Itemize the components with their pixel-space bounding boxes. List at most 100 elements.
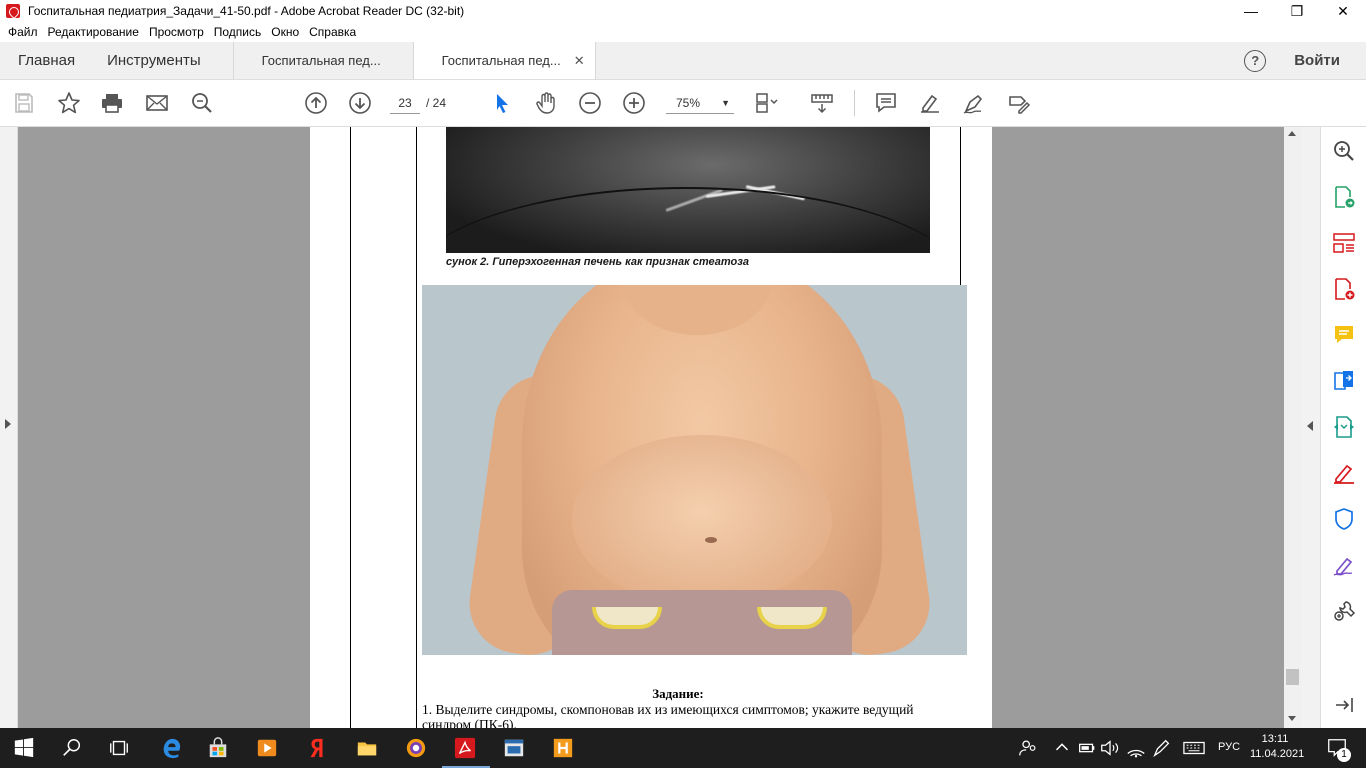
yandex-browser-icon[interactable] xyxy=(305,736,329,760)
more-tools-icon[interactable] xyxy=(1332,599,1356,623)
menu-sign[interactable]: Подпись xyxy=(214,25,262,39)
pen-icon[interactable] xyxy=(1150,736,1174,760)
edit-pdf-icon[interactable] xyxy=(1332,461,1356,485)
tab-home[interactable]: Главная xyxy=(0,42,91,79)
task-view-icon[interactable] xyxy=(107,736,131,760)
chevron-up-icon[interactable] xyxy=(1050,736,1074,760)
close-window-button[interactable]: ✕ xyxy=(1320,0,1366,22)
export-pdf-icon[interactable] xyxy=(1332,185,1356,209)
scroll-up-icon[interactable] xyxy=(1288,131,1296,136)
tab-tools[interactable]: Инструменты xyxy=(91,42,234,79)
chevron-down-icon: ▼ xyxy=(721,98,730,108)
scroll-mode-icon[interactable] xyxy=(810,91,834,115)
email-icon[interactable] xyxy=(145,91,169,115)
acrobat-reader-icon[interactable] xyxy=(453,736,477,760)
language-indicator[interactable]: РУС xyxy=(1218,741,1240,753)
minimize-button[interactable]: — xyxy=(1228,0,1274,22)
tab-document-1-label: Госпитальная пед... xyxy=(261,53,381,68)
people-icon[interactable] xyxy=(1016,736,1040,760)
browser-round-icon[interactable] xyxy=(404,736,428,760)
compress-pdf-icon[interactable] xyxy=(1332,415,1356,439)
zoom-level-select[interactable]: 75% ▼ xyxy=(666,92,734,114)
collapse-pane-icon[interactable] xyxy=(1332,693,1356,717)
combine-files-icon[interactable] xyxy=(1332,369,1356,393)
previous-page-icon[interactable] xyxy=(304,91,328,115)
select-cursor-icon[interactable] xyxy=(490,91,514,115)
table-border-right xyxy=(960,127,961,285)
table-border-inner xyxy=(416,127,417,728)
store-icon[interactable] xyxy=(206,736,230,760)
task-heading: Задание: xyxy=(652,686,704,701)
ultrasound-image xyxy=(446,127,930,253)
right-panel-toggle[interactable] xyxy=(1301,127,1320,728)
create-pdf-icon[interactable] xyxy=(1332,277,1356,301)
volume-icon[interactable] xyxy=(1098,736,1122,760)
notifications-badge: 1 xyxy=(1337,748,1351,762)
windows-taskbar: РУС 13:11 11.04.2021 1 xyxy=(0,728,1366,768)
tab-document-2[interactable]: Госпитальная пед... ✕ xyxy=(413,42,596,79)
bookmark-star-icon[interactable] xyxy=(57,91,81,115)
fill-sign-icon[interactable] xyxy=(1007,91,1031,115)
page-content: сунок 2. Гиперэхогенная печень как призн… xyxy=(0,127,1320,728)
zoom-out-icon[interactable] xyxy=(578,91,602,115)
battery-icon[interactable] xyxy=(1075,736,1099,760)
acrobat-logo-icon xyxy=(6,4,20,18)
sign-in-button[interactable]: Войти xyxy=(1294,52,1340,69)
comment-tool-icon[interactable] xyxy=(1332,323,1356,347)
clock[interactable]: 13:11 11.04.2021 xyxy=(1250,732,1305,762)
media-player-icon[interactable] xyxy=(255,736,279,760)
menu-edit[interactable]: Редактирование xyxy=(48,25,139,39)
presentation-app-icon[interactable] xyxy=(502,736,526,760)
vertical-scrollbar[interactable] xyxy=(1284,127,1301,728)
page-layout-icon[interactable] xyxy=(754,91,778,115)
h-app-icon[interactable] xyxy=(551,736,575,760)
enhance-scan-icon[interactable] xyxy=(1332,139,1356,163)
scroll-thumb[interactable] xyxy=(1286,669,1299,685)
page-total: / 24 xyxy=(426,96,447,110)
start-windows-icon[interactable] xyxy=(12,736,36,760)
window-controls: — ❐ ✕ xyxy=(1228,0,1366,22)
chevron-left-icon xyxy=(1307,421,1313,431)
tab-bar: Главная Инструменты Госпитальная пед... … xyxy=(0,42,1366,80)
highlight-icon[interactable] xyxy=(918,91,942,115)
page-number-input[interactable]: 23 xyxy=(390,92,420,114)
menu-bar: Файл Редактирование Просмотр Подпись Окн… xyxy=(0,22,1366,42)
fill-and-sign-icon[interactable] xyxy=(1332,553,1356,577)
clock-time: 13:11 xyxy=(1261,733,1289,745)
scroll-down-icon[interactable] xyxy=(1288,716,1296,721)
figure-caption: сунок 2. Гиперэхогенная печень как призн… xyxy=(446,256,749,268)
menu-window[interactable]: Окно xyxy=(271,25,299,39)
window-title: Госпитальная педиатрия_Задачи_41-50.pdf … xyxy=(28,4,465,18)
sign-pen-icon[interactable] xyxy=(962,91,986,115)
search-icon[interactable] xyxy=(190,91,214,115)
next-page-icon[interactable] xyxy=(348,91,372,115)
maximize-button[interactable]: ❐ xyxy=(1274,0,1320,22)
menu-view[interactable]: Просмотр xyxy=(149,25,204,39)
close-tab-icon[interactable]: ✕ xyxy=(574,53,585,69)
menu-help[interactable]: Справка xyxy=(309,25,356,39)
organize-pages-icon[interactable] xyxy=(1332,231,1356,255)
file-explorer-icon[interactable] xyxy=(355,736,379,760)
child-photo xyxy=(422,285,967,655)
task-text-line-2: синдром (ПК-6). xyxy=(422,717,517,728)
comment-icon[interactable] xyxy=(874,91,898,115)
print-icon[interactable] xyxy=(100,91,124,115)
clock-date: 11.04.2021 xyxy=(1250,748,1305,760)
toolbar-divider xyxy=(854,90,855,116)
search-icon[interactable] xyxy=(60,736,84,760)
edge-browser-icon[interactable] xyxy=(159,736,183,760)
protect-shield-icon[interactable] xyxy=(1332,507,1356,531)
help-icon[interactable]: ? xyxy=(1244,49,1267,72)
zoom-level-value: 75% xyxy=(676,96,701,110)
keyboard-icon[interactable] xyxy=(1182,736,1206,760)
title-bar: Госпитальная педиатрия_Задачи_41-50.pdf … xyxy=(0,0,1366,22)
tab-document-1[interactable]: Госпитальная пед... xyxy=(234,42,414,79)
tools-pane xyxy=(1320,127,1366,728)
save-icon[interactable] xyxy=(12,91,36,115)
hand-tool-icon[interactable] xyxy=(534,91,558,115)
menu-file[interactable]: Файл xyxy=(8,25,38,39)
zoom-in-icon[interactable] xyxy=(622,91,646,115)
wifi-icon[interactable] xyxy=(1124,736,1148,760)
tab-document-2-label: Госпитальная пед... xyxy=(441,53,561,68)
table-border-left xyxy=(350,127,351,728)
